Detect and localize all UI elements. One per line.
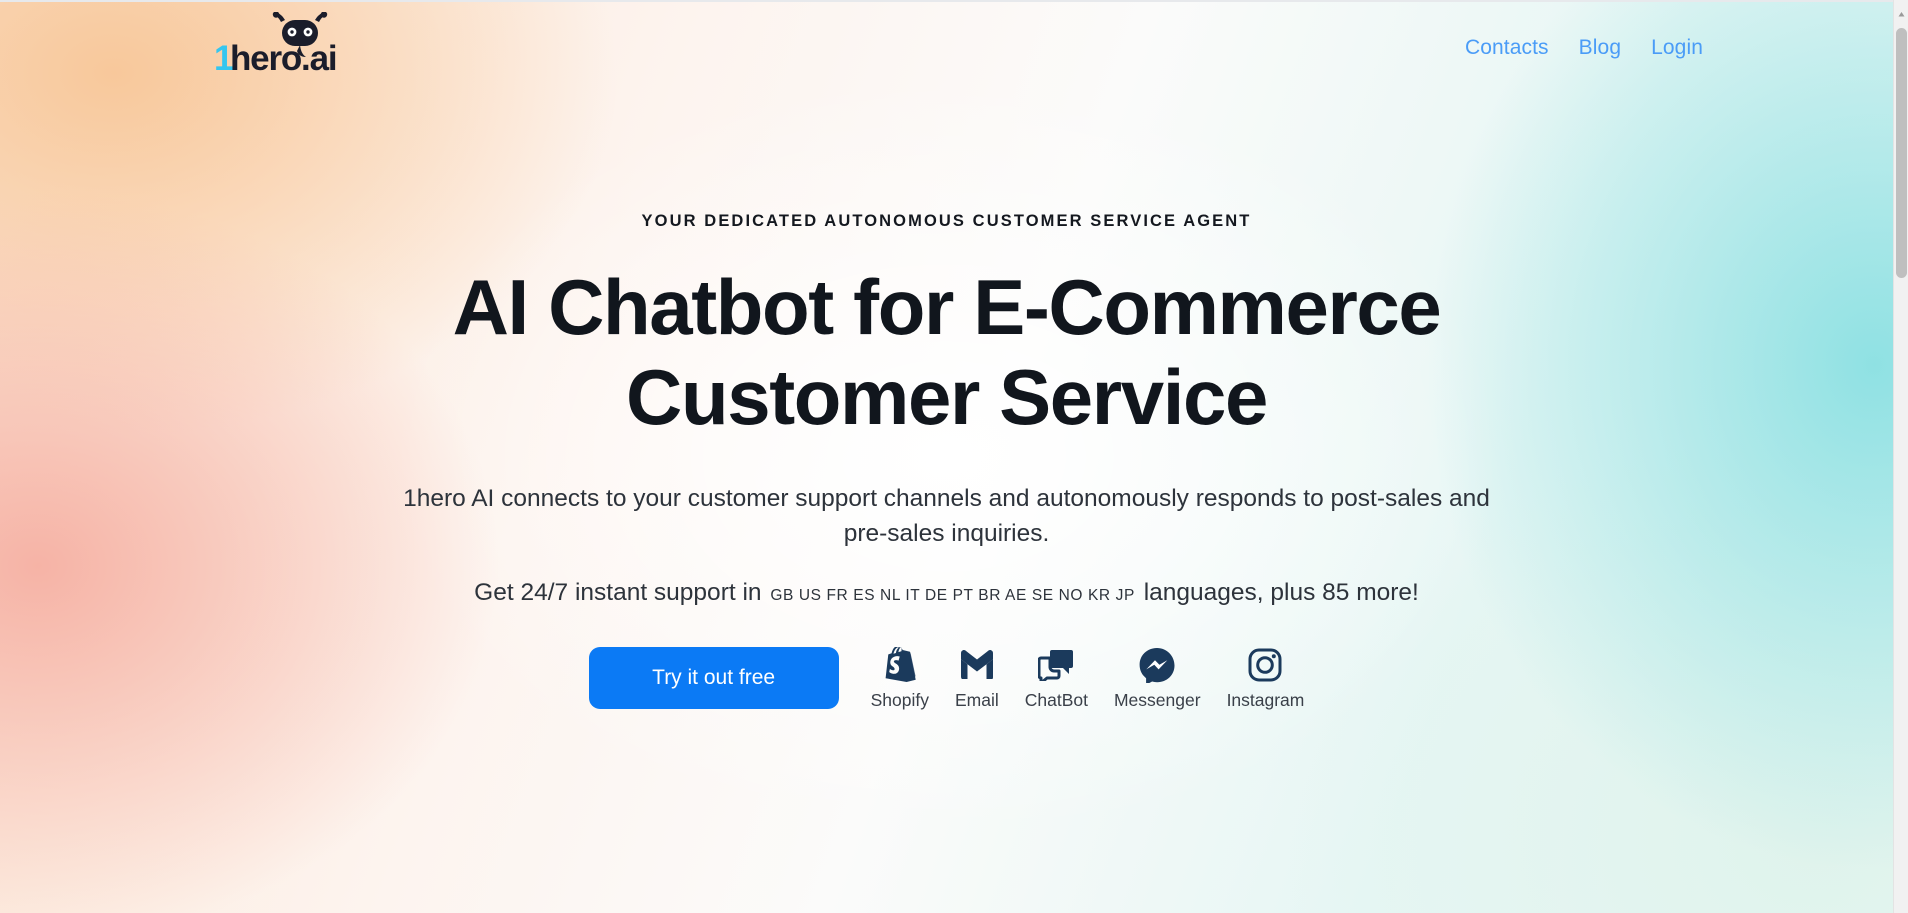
hero-title-line2: Customer Service <box>626 352 1268 441</box>
lang-codes: GB US FR ES NL IT DE PT BR AE SE NO KR J… <box>770 586 1135 604</box>
instagram-icon <box>1248 645 1282 685</box>
channel-label: Instagram <box>1226 689 1305 710</box>
chat-bubbles-icon <box>1038 645 1074 685</box>
channel-email[interactable]: Email <box>955 645 999 711</box>
try-it-out-free-button[interactable]: Try it out free <box>588 646 839 709</box>
hero-eyebrow: YOUR DEDICATED AUTONOMOUS CUSTOMER SERVI… <box>641 212 1252 230</box>
nav-link-blog[interactable]: Blog <box>1579 36 1621 60</box>
site-logo[interactable]: 1 hero.ai <box>214 12 364 82</box>
channel-label: Shopify <box>870 689 929 710</box>
main-nav: Contacts Blog Login <box>1465 36 1703 60</box>
scroll-up-arrow[interactable] <box>1897 6 1906 17</box>
channel-list: Shopify Email ChatBot Messenger Instagra… <box>871 645 1305 711</box>
page-title: AI Chatbot for E-Commerce Customer Servi… <box>0 263 1893 442</box>
channel-messenger[interactable]: Messenger <box>1114 645 1201 711</box>
cta-row: Try it out free Shopify Email ChatBot Me… <box>0 645 1893 711</box>
lang-suffix: languages, plus 85 more! <box>1143 578 1419 606</box>
hero-subtitle: 1hero AI connects to your customer suppo… <box>403 485 1490 548</box>
site-header: 1 hero.ai Contacts Blog Login <box>0 4 1893 96</box>
nav-link-login[interactable]: Login <box>1651 36 1703 60</box>
hero-section: YOUR DEDICATED AUTONOMOUS CUSTOMER SERVI… <box>0 212 1893 711</box>
page-scrollbar[interactable] <box>1893 0 1908 913</box>
hero-title-line1: AI Chatbot for E-Commerce <box>452 263 1442 351</box>
hero-language-line: Get 24/7 instant support in GB US FR ES … <box>0 579 1893 607</box>
channel-label: Email <box>954 689 999 710</box>
lang-prefix: Get 24/7 instant support in <box>474 578 762 606</box>
page-root: 1 hero.ai Contacts Blog Login YOUR DEDIC… <box>0 0 1893 913</box>
channel-label: ChatBot <box>1024 689 1088 710</box>
channel-shopify[interactable]: Shopify <box>871 645 929 711</box>
shopify-icon <box>884 645 916 685</box>
logo-text-rest: hero.ai <box>230 39 336 78</box>
messenger-icon <box>1139 645 1175 685</box>
channel-label: Messenger <box>1113 689 1201 710</box>
gmail-icon <box>959 645 995 685</box>
channel-instagram[interactable]: Instagram <box>1226 645 1305 711</box>
top-hairline <box>0 0 1893 2</box>
channel-chatbot[interactable]: ChatBot <box>1025 645 1088 711</box>
logo-svg: 1 hero.ai <box>214 12 338 78</box>
nav-link-contacts[interactable]: Contacts <box>1465 36 1549 60</box>
scrollbar-thumb[interactable] <box>1896 28 1907 278</box>
